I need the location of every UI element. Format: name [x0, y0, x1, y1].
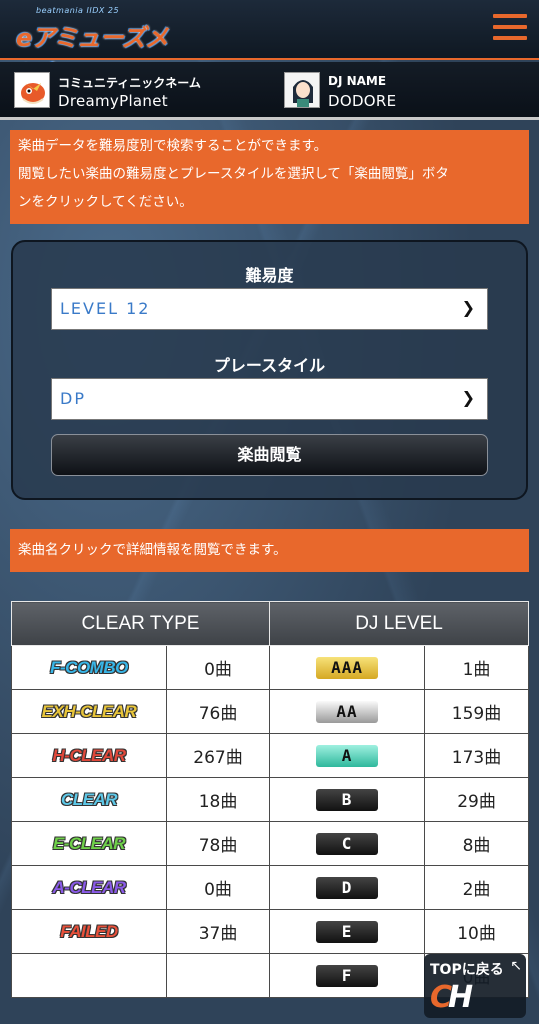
instruction-line-2: 閲覧したい楽曲の難易度とプレースタイルを選択して「楽曲閲覧」ボタ [18, 166, 449, 182]
clear-lamp-cell [11, 953, 167, 998]
clear-count-cell: 0曲 [165, 865, 271, 910]
dj-level-count-cell: 2曲 [424, 865, 530, 910]
dj-name-value: DODORE [328, 92, 397, 110]
table-row: E-CLEAR 78曲 C 8曲 [11, 821, 530, 866]
dj-level-cell: D [269, 865, 426, 910]
dj-avatar [284, 72, 320, 108]
pointer-cursor-icon: ↖ [510, 958, 522, 974]
play-style-selected-value: DP [60, 389, 86, 408]
dj-level-badge: B [316, 788, 379, 811]
dj-level-badge: C [316, 832, 379, 855]
clear-lamp-cell: H-CLEAR [11, 733, 167, 778]
dj-level-cell: AAA [269, 645, 426, 690]
difficulty-select[interactable]: LEVEL 12 ❯ [51, 288, 488, 330]
dj-name-label: DJ NAME [328, 74, 387, 88]
play-style-label: プレースタイル [213, 356, 326, 375]
clear-lamp-label: EXH-CLEAR [41, 701, 137, 721]
clear-count-cell: 0曲 [165, 645, 271, 690]
clear-lamp-label: CLEAR [60, 789, 118, 809]
dj-level-cell: AA [269, 689, 426, 734]
table-row: EXH-CLEAR 76曲 AA 159曲 [11, 689, 530, 734]
dj-level-count-cell: 173曲 [424, 733, 530, 778]
clear-lamp-cell: CLEAR [11, 777, 167, 822]
community-name-value: DreamyPlanet [58, 92, 168, 110]
dj-level-count-cell: 29曲 [424, 777, 530, 822]
clear-count-cell: 78曲 [165, 821, 271, 866]
clear-count-cell [165, 953, 271, 998]
community-name-label: コミュニティニックネーム [58, 76, 201, 90]
community-avatar [14, 72, 50, 108]
dj-level-cell: F [269, 953, 426, 998]
dj-level-cell: C [269, 821, 426, 866]
dj-level-badge: AA [316, 700, 379, 723]
dj-level-count-cell: 1曲 [424, 645, 530, 690]
clear-lamp-cell: A-CLEAR [11, 865, 167, 910]
table-row: H-CLEAR 267曲 A 173曲 [11, 733, 530, 778]
user-info-bar: コミュニティニックネーム DreamyPlanet DJ NAME DODORE [0, 62, 539, 120]
chevron-down-icon: ❯ [461, 298, 477, 317]
site-header: beatmania IIDX 25 eアミューズメント [0, 0, 539, 87]
difficulty-selected-value: LEVEL 12 [60, 299, 151, 318]
clear-lamp-label: FAILED [60, 921, 118, 941]
dj-level-count-cell: 10曲 [424, 909, 530, 954]
back-to-top-label: TOPに戻る [430, 962, 504, 978]
instruction-line-1: 楽曲データを難易度別で検索することができます。 [18, 138, 328, 154]
table-row: F-COMBO 0曲 AAA 1曲 [11, 645, 530, 690]
hamburger-menu-icon[interactable] [493, 14, 527, 44]
chevron-down-icon: ❯ [461, 388, 477, 407]
dj-level-cell: B [269, 777, 426, 822]
clear-lamp-cell: EXH-CLEAR [11, 689, 167, 734]
back-to-top-button[interactable]: TOPに戻る ↖ CH [424, 954, 526, 1018]
search-instructions: 楽曲データを難易度別で検索することができます。 閲覧したい楽曲の難易度とプレース… [10, 130, 529, 224]
dj-level-count-cell: 8曲 [424, 821, 530, 866]
site-logo[interactable]: beatmania IIDX 25 eアミューズメント [14, 6, 174, 87]
search-panel: 難易度 LEVEL 12 ❯ プレースタイル DP ❯ 楽曲閲覧 [11, 240, 528, 500]
logo-subtitle: beatmania IIDX 25 [36, 6, 120, 15]
dj-level-cell: E [269, 909, 426, 954]
table-instructions: 楽曲名クリックで詳細情報を閲覧できます。 [10, 529, 529, 572]
clear-lamp-cell: FAILED [11, 909, 167, 954]
clear-stats-table: CLEAR TYPE DJ LEVEL F-COMBO 0曲 AAA 1曲 EXH-CL… [10, 601, 530, 998]
community-profile: コミュニティニックネーム DreamyPlanet [14, 72, 254, 112]
clear-lamp-cell: F-COMBO [11, 645, 167, 690]
dj-profile: DJ NAME DODORE [284, 72, 504, 112]
dj-level-cell: A [269, 733, 426, 778]
clear-count-cell: 18曲 [165, 777, 271, 822]
site-mark-icon: CH [430, 980, 473, 1015]
table-row: CLEAR 18曲 B 29曲 [11, 777, 530, 822]
dj-level-badge: AAA [316, 656, 379, 679]
clear-lamp-label: A-CLEAR [52, 877, 127, 897]
clear-lamp-label: F-COMBO [50, 657, 128, 677]
instruction-line-3: ンをクリックしてください。 [18, 194, 193, 210]
play-style-select[interactable]: DP ❯ [51, 378, 488, 420]
dj-level-badge: F [316, 964, 379, 987]
table-row: FAILED 37曲 E 10曲 [11, 909, 530, 954]
clear-lamp-label: H-CLEAR [52, 745, 127, 765]
dj-level-header: DJ LEVEL [269, 601, 530, 646]
dj-level-count-cell: 159曲 [424, 689, 530, 734]
difficulty-label: 難易度 [245, 266, 294, 285]
clear-lamp-label: E-CLEAR [52, 833, 126, 853]
clear-count-cell: 267曲 [165, 733, 271, 778]
clear-lamp-cell: E-CLEAR [11, 821, 167, 866]
clear-count-cell: 76曲 [165, 689, 271, 734]
table-row: A-CLEAR 0曲 D 2曲 [11, 865, 530, 910]
dj-level-badge: A [316, 744, 379, 767]
clear-type-header: CLEAR TYPE [10, 601, 271, 646]
dj-level-badge: E [316, 920, 379, 943]
dj-level-badge: D [316, 876, 379, 899]
browse-songs-button[interactable]: 楽曲閲覧 [51, 434, 488, 476]
clear-count-cell: 37曲 [165, 909, 271, 954]
